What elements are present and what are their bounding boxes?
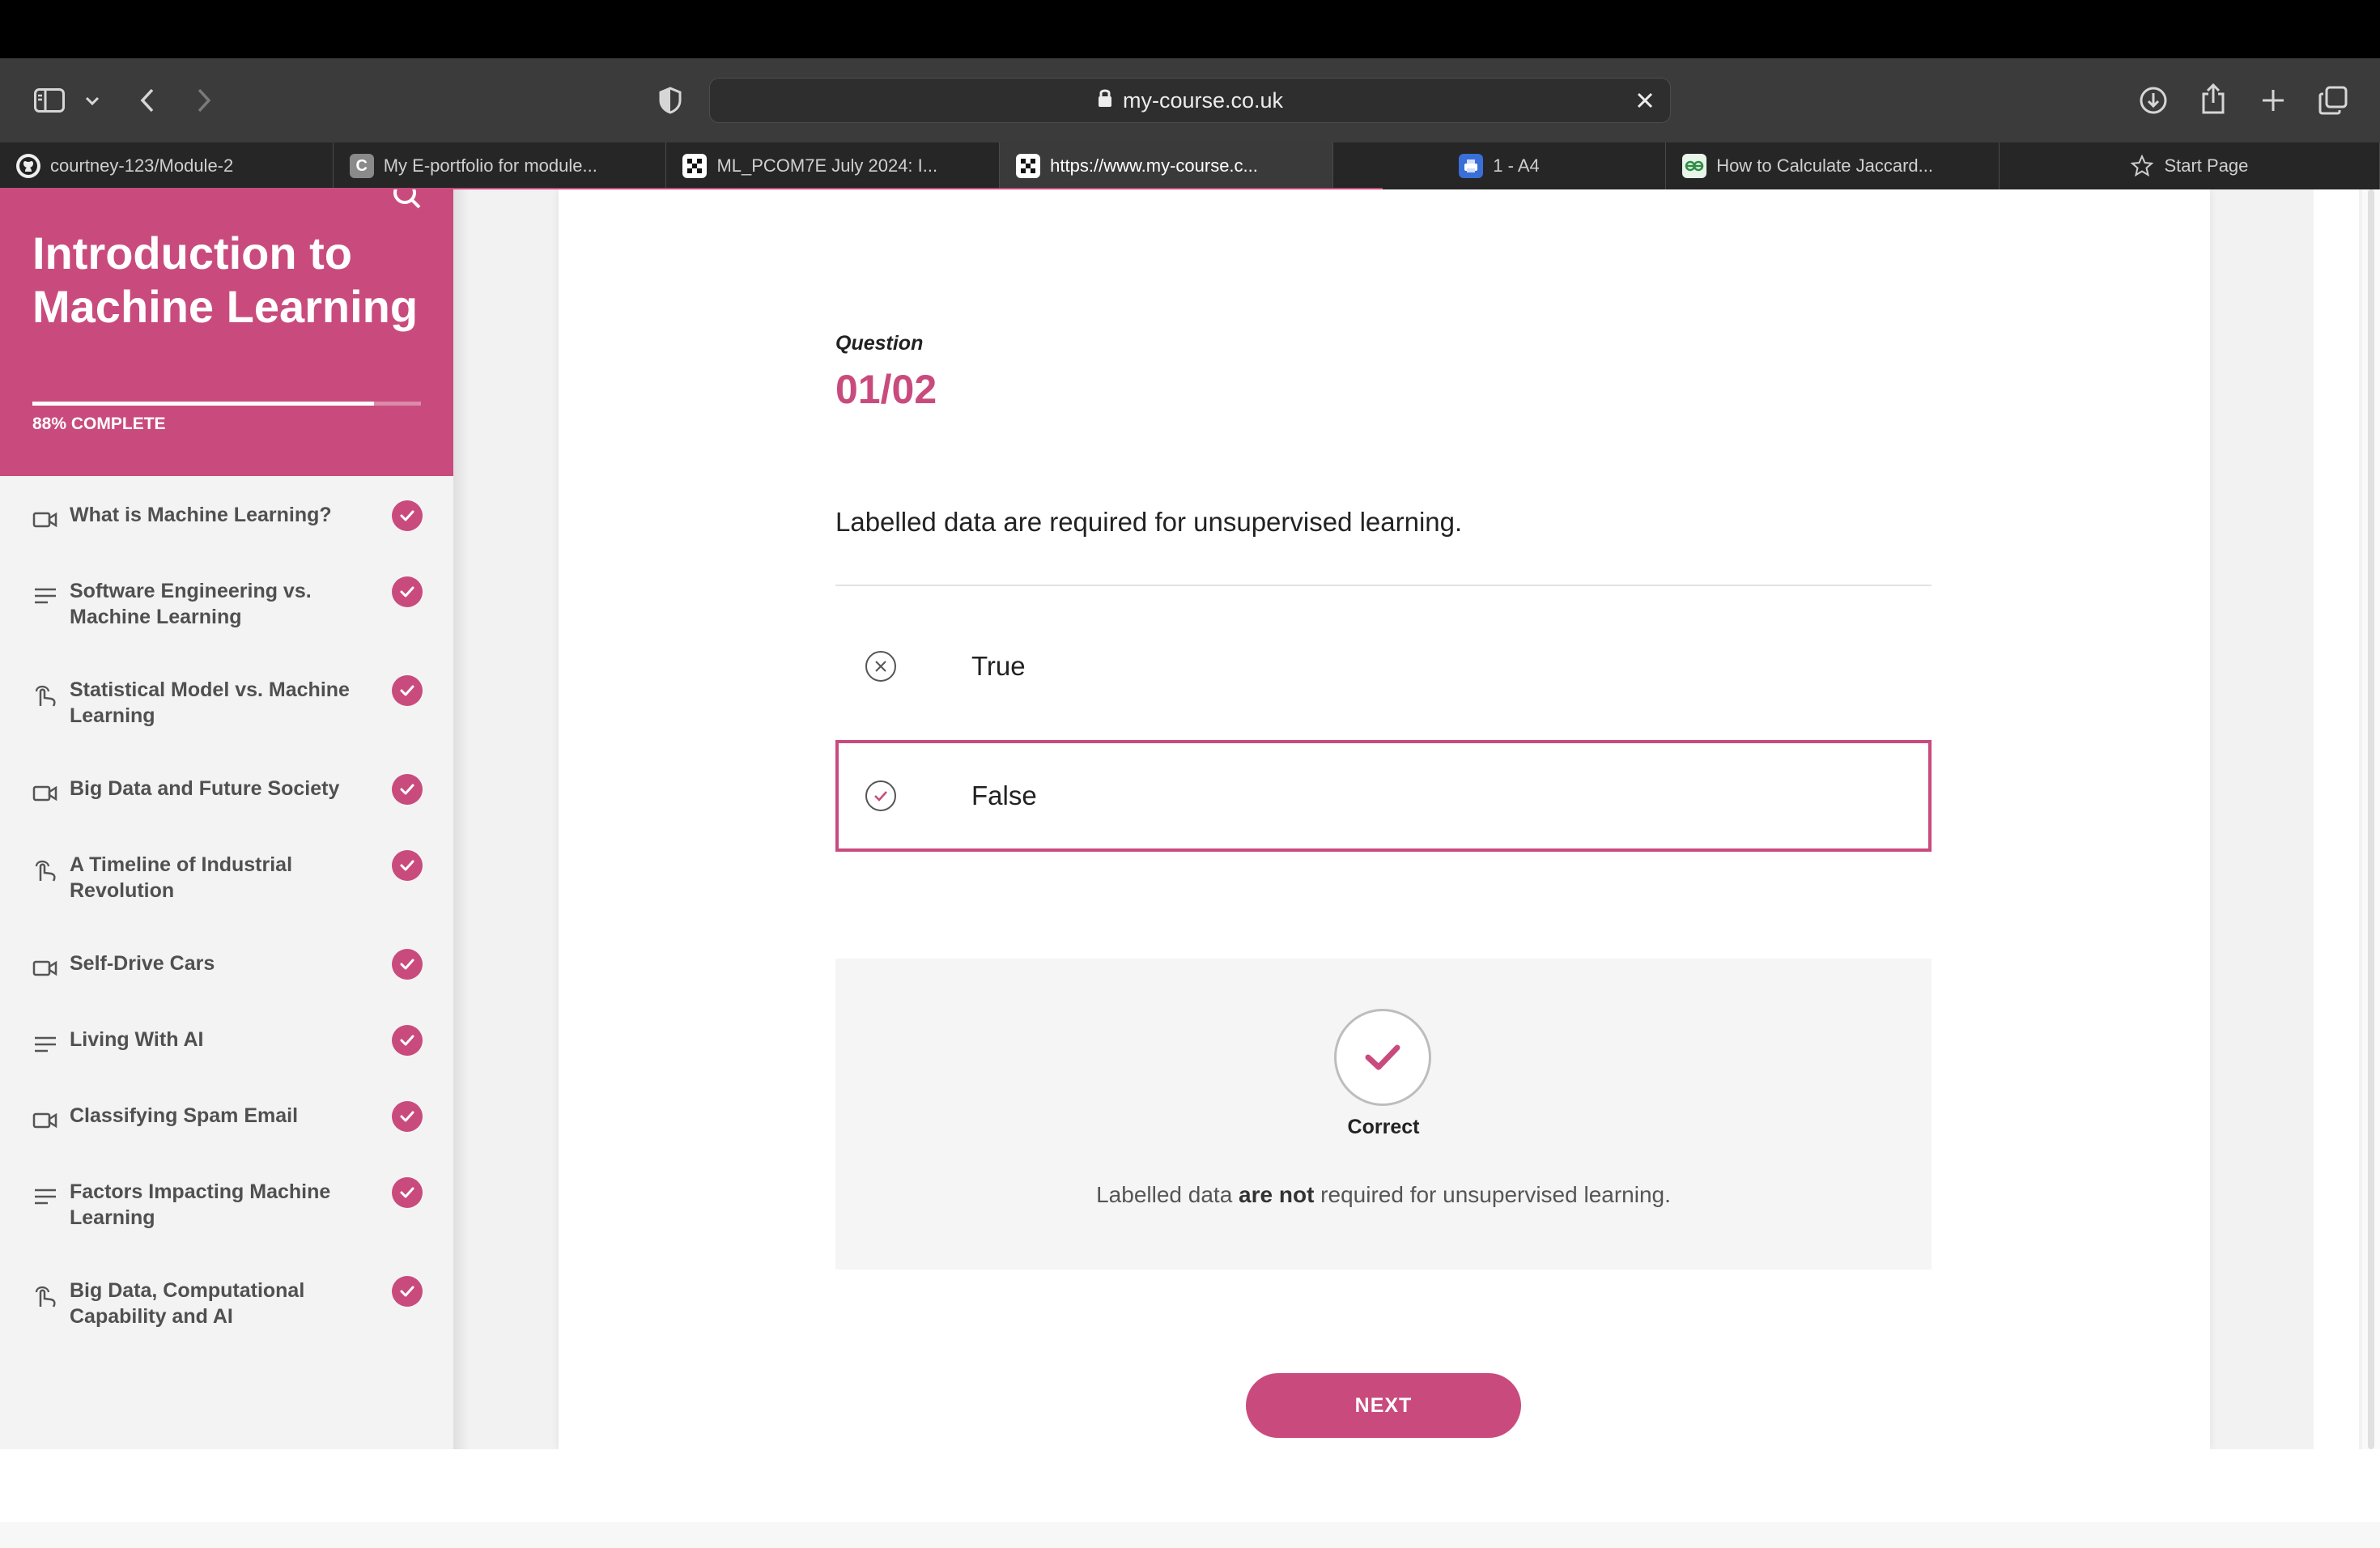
video-icon xyxy=(31,954,60,983)
feedback-text-bold: are not xyxy=(1239,1182,1315,1207)
course-header: Introduction to Machine Learning 88% COM… xyxy=(0,189,453,476)
completed-check-icon xyxy=(392,774,423,805)
browser-toolbar: my-course.co.uk xyxy=(0,58,2380,142)
site-icon xyxy=(682,154,708,178)
tab-eportfolio[interactable]: C My E-portfolio for module... xyxy=(334,142,667,189)
tab-ml-pcom7e[interactable]: ML_PCOM7E July 2024: I... xyxy=(666,142,1001,189)
completed-check-icon xyxy=(392,850,423,881)
completed-check-icon xyxy=(392,576,423,607)
tab-a4[interactable]: 1 - A4 xyxy=(1333,142,1667,189)
lesson-title: Statistical Model vs. Machine Learning xyxy=(70,678,350,727)
forward-icon[interactable] xyxy=(191,84,217,117)
tab-label: ML_PCOM7E July 2024: I... xyxy=(716,155,938,176)
interactive-icon xyxy=(31,680,60,709)
page-footer-area xyxy=(0,1449,2380,1548)
share-icon[interactable] xyxy=(2197,81,2229,117)
question-label: Question xyxy=(835,332,924,355)
interactive-icon xyxy=(31,1281,60,1310)
feedback-text: Labelled data are not required for unsup… xyxy=(835,1182,1932,1208)
tab-my-course[interactable]: https://www.my-course.c... xyxy=(1000,142,1333,189)
lesson-title: Living With AI xyxy=(70,1028,204,1051)
progress-bar-fill xyxy=(32,402,375,406)
menu-bar xyxy=(0,0,2380,58)
canvas-c-icon: C xyxy=(349,154,374,178)
download-icon[interactable] xyxy=(2137,84,2170,117)
tab-label: 1 - A4 xyxy=(1493,155,1540,176)
progress-label: 88% COMPLETE xyxy=(32,415,166,433)
completed-check-icon xyxy=(392,1101,423,1132)
feedback-text-before: Labelled data xyxy=(1096,1182,1239,1207)
tab-github[interactable]: courtney-123/Module-2 xyxy=(0,142,334,189)
lesson-title: Big Data and Future Society xyxy=(70,777,340,800)
lesson-title: Factors Impacting Machine Learning xyxy=(70,1180,331,1229)
lesson-title: A Timeline of Industrial Revolution xyxy=(70,853,293,902)
check-circle-icon xyxy=(865,780,897,812)
geeks-icon xyxy=(1682,154,1707,178)
text-lines-icon xyxy=(31,1182,60,1211)
lesson-title: What is Machine Learning? xyxy=(70,504,332,526)
feedback-status: Correct xyxy=(1347,1116,1420,1138)
tab-start-page[interactable]: Start Page xyxy=(2000,142,2380,189)
question-text: Labelled data are required for unsupervi… xyxy=(835,507,1463,537)
bottom-strip xyxy=(0,1522,2380,1548)
correct-check-icon xyxy=(1334,1009,1431,1106)
completed-check-icon xyxy=(392,675,423,706)
course-sidebar: Introduction to Machine Learning 88% COM… xyxy=(0,189,453,1449)
next-button[interactable]: NEXT xyxy=(1246,1373,1521,1438)
chevron-down-icon[interactable] xyxy=(81,91,104,112)
feedback-text-after: required for unsupervised learning. xyxy=(1314,1182,1671,1207)
printer-icon xyxy=(1459,154,1484,178)
privacy-shield-icon[interactable] xyxy=(654,84,686,117)
x-circle-icon xyxy=(865,650,897,683)
sidebar-toggle-icon[interactable] xyxy=(31,83,68,118)
interactive-icon xyxy=(31,855,60,884)
tab-label: How to Calculate Jaccard... xyxy=(1716,155,1933,176)
back-icon[interactable] xyxy=(134,84,160,117)
video-icon xyxy=(31,779,60,808)
github-icon xyxy=(16,154,40,178)
tab-jaccard[interactable]: How to Calculate Jaccard... xyxy=(1666,142,2000,189)
right-gutter xyxy=(2314,189,2359,1449)
tab-bar: courtney-123/Module-2 C My E-portfolio f… xyxy=(0,142,2380,189)
site-icon xyxy=(1016,154,1041,178)
lesson-title: Big Data, Computational Capability and A… xyxy=(70,1279,305,1328)
question-divider xyxy=(835,585,1932,586)
tab-label: My E-portfolio for module... xyxy=(383,155,597,176)
lesson-title: Software Engineering vs. Machine Learnin… xyxy=(70,580,312,628)
completed-check-icon xyxy=(392,1177,423,1208)
completed-check-icon xyxy=(392,949,423,980)
text-lines-icon xyxy=(31,1030,60,1059)
tab-label: https://www.my-course.c... xyxy=(1050,155,1258,176)
lesson-title: Self-Drive Cars xyxy=(70,952,215,975)
course-title: Introduction to Machine Learning xyxy=(32,228,419,332)
lesson-title: Classifying Spam Email xyxy=(70,1104,299,1127)
answer-option-false[interactable]: False xyxy=(835,740,1932,852)
tab-label: Start Page xyxy=(2164,155,2249,176)
sidebar-shadow xyxy=(453,189,470,1449)
completed-check-icon xyxy=(392,500,423,531)
scrollbar[interactable] xyxy=(2362,189,2380,1449)
tab-label: courtney-123/Module-2 xyxy=(50,155,234,176)
completed-check-icon xyxy=(392,1276,423,1307)
star-icon xyxy=(2130,154,2154,178)
new-tab-icon[interactable] xyxy=(2257,84,2289,117)
scrollbar-thumb[interactable] xyxy=(2368,189,2374,1449)
answer-option-label: True xyxy=(971,651,1026,681)
search-icon[interactable] xyxy=(392,189,424,218)
url-text: my-course.co.uk xyxy=(1122,87,1284,113)
address-bar[interactable]: my-course.co.uk xyxy=(709,78,1671,123)
feedback-panel: Correct Labelled data are not required f… xyxy=(835,959,1932,1269)
answer-option-label: False xyxy=(971,780,1037,810)
video-icon xyxy=(31,1106,60,1135)
video-icon xyxy=(31,505,60,534)
text-lines-icon xyxy=(31,581,60,610)
question-number: 01/02 xyxy=(835,367,937,412)
tab-overview-icon[interactable] xyxy=(2317,84,2349,117)
answer-option-true[interactable]: True xyxy=(835,610,1932,722)
lock-icon xyxy=(1097,87,1113,114)
completed-check-icon xyxy=(392,1025,423,1056)
close-icon[interactable] xyxy=(1631,87,1659,120)
progress-bar xyxy=(32,402,421,406)
